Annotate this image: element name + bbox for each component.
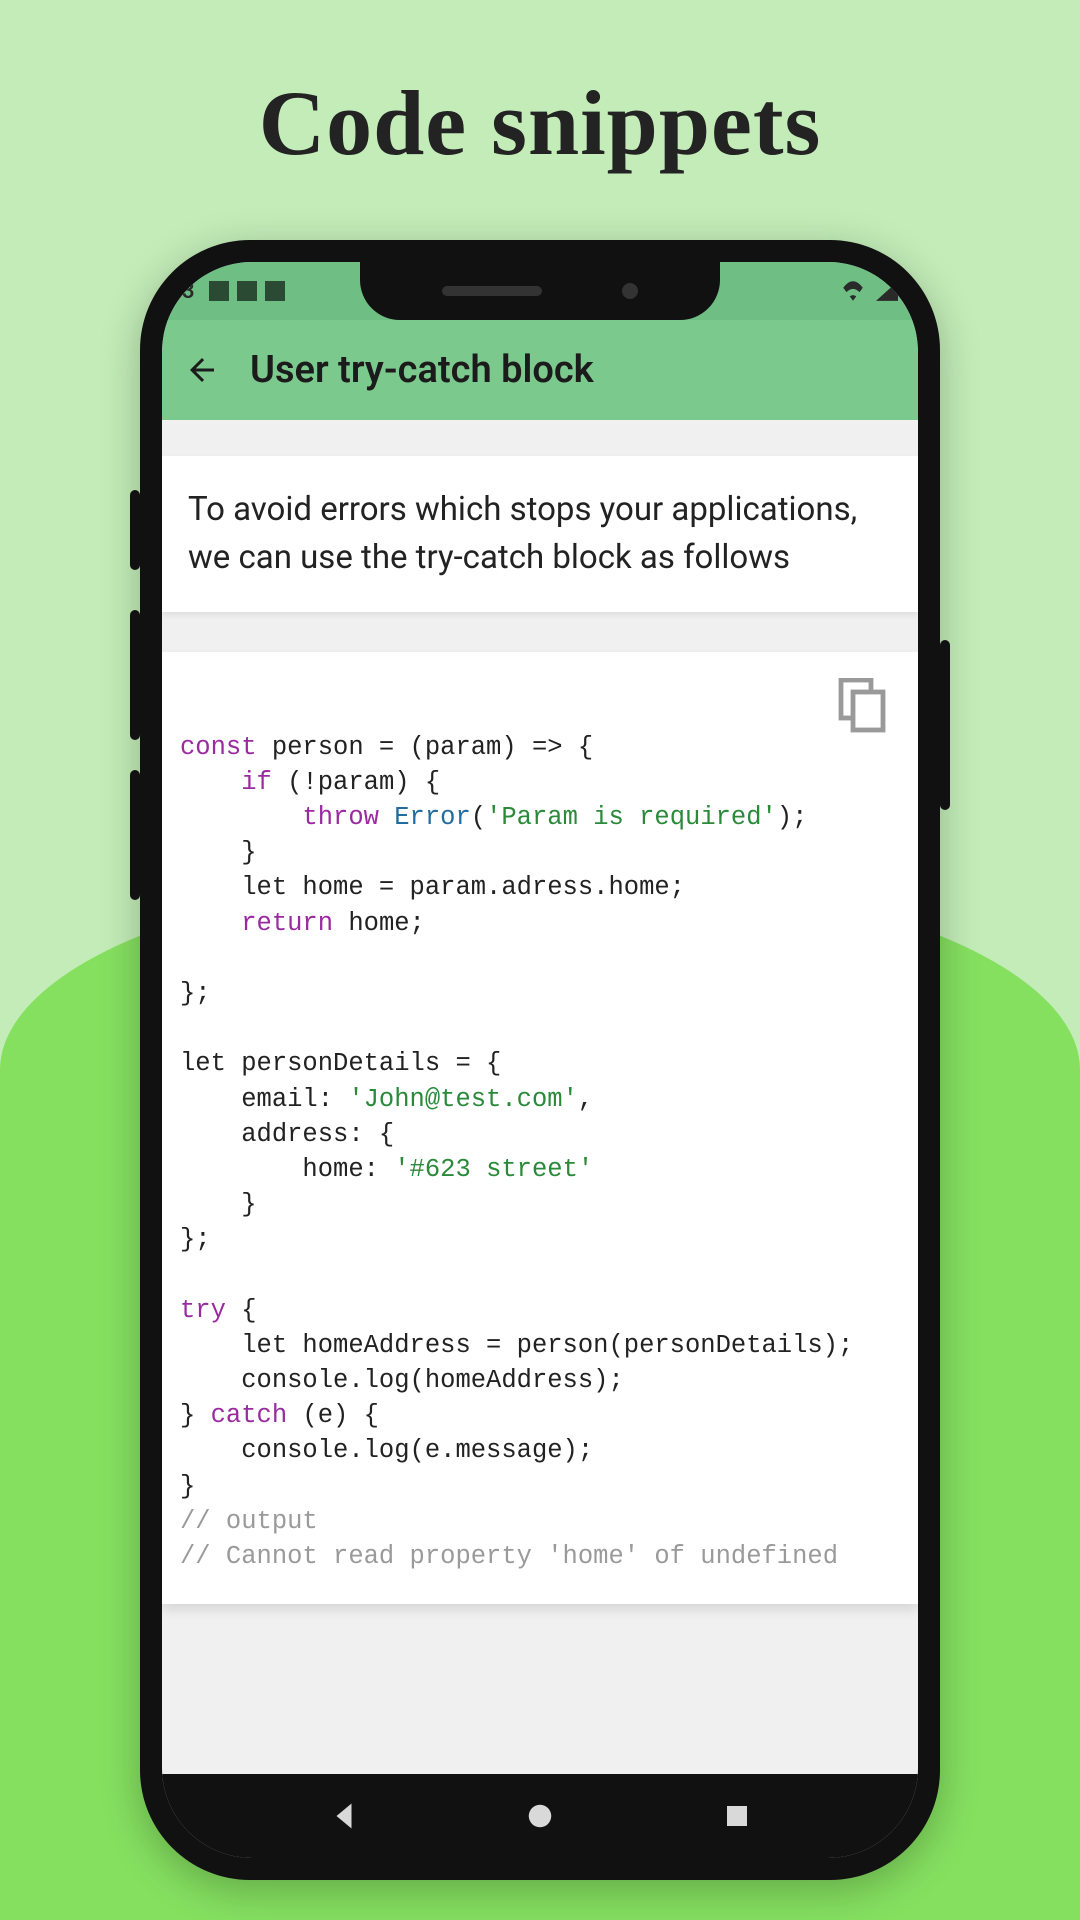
nav-home-icon[interactable] [525, 1801, 555, 1831]
volume-down-button [130, 610, 140, 740]
power-button [940, 640, 950, 810]
status-time: 3 [182, 279, 195, 304]
phone-screen: 3 User try-catch block To avoid errors w… [162, 262, 918, 1858]
app-bar: User try-catch block [162, 320, 918, 420]
nav-back-icon[interactable] [329, 1801, 359, 1831]
status-app-icons [209, 281, 285, 301]
arrow-left-icon [184, 352, 220, 388]
side-button [130, 770, 140, 900]
signal-icon [876, 281, 898, 301]
back-button[interactable] [182, 350, 222, 390]
content-area[interactable]: To avoid errors which stops your applica… [162, 456, 918, 1604]
volume-up-button [130, 490, 140, 570]
code-card: const person = (param) => { if (!param) … [162, 652, 918, 1605]
copy-button[interactable] [838, 678, 888, 734]
copy-icon [838, 678, 888, 734]
code-snippet: const person = (param) => { if (!param) … [180, 730, 900, 1575]
wifi-icon [840, 281, 866, 301]
description-card: To avoid errors which stops your applica… [162, 456, 918, 612]
android-nav-bar [162, 1774, 918, 1858]
nav-recent-icon[interactable] [722, 1801, 752, 1831]
phone-frame: 3 User try-catch block To avoid errors w… [140, 240, 940, 1880]
appbar-title: User try-catch block [250, 348, 594, 392]
phone-notch [360, 262, 720, 320]
page-title: Code snippets [0, 70, 1080, 176]
